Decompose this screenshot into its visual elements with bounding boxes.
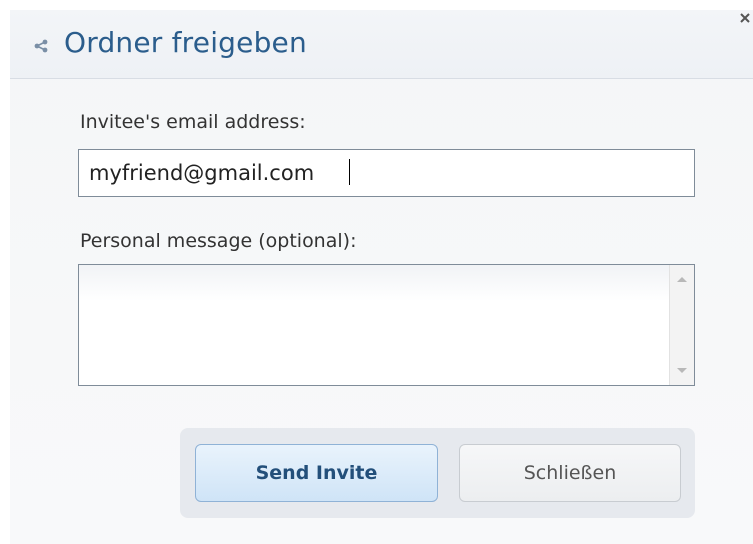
message-scrollbar[interactable] [669,265,694,385]
text-caret [349,159,350,185]
close-button[interactable]: Schließen [459,444,681,502]
scroll-up-arrow-icon[interactable] [677,277,687,282]
message-label: Personal message (optional): [80,230,357,252]
send-invite-label: Send Invite [255,462,378,484]
share-icon [34,39,48,53]
close-icon[interactable] [738,8,753,28]
email-label: Invitee's email address: [80,111,306,133]
scroll-down-arrow-icon[interactable] [677,368,687,373]
share-folder-dialog: Ordner freigeben Invitee's email address… [0,0,753,544]
close-button-label: Schließen [523,462,617,484]
email-field[interactable] [78,149,695,197]
dialog-title: Ordner freigeben [64,26,307,59]
personal-message-field[interactable] [78,264,695,386]
send-invite-button[interactable]: Send Invite [195,444,438,502]
